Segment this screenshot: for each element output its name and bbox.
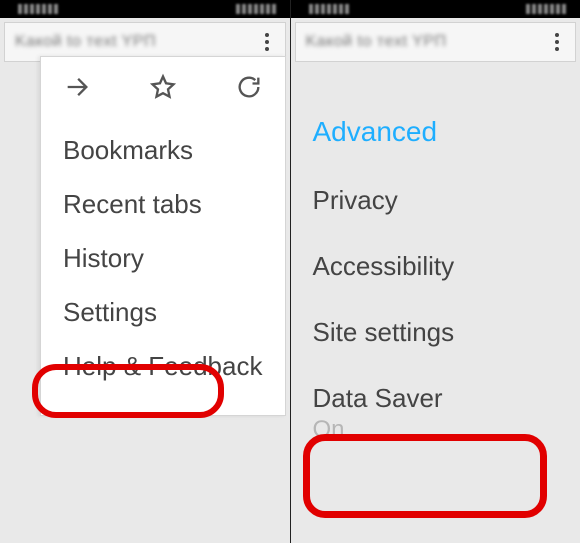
menu-icon[interactable] [545,33,569,51]
settings-section-title: Advanced [291,108,580,168]
right-screenshot: Kакой to тext YPП Advanced Privacy Acces… [290,0,580,543]
settings-item-site-settings[interactable]: Site settings [291,300,580,366]
menu-item-history[interactable]: History [61,232,269,286]
menu-item-help[interactable]: Help & Feedback [61,340,269,394]
menu-item-bookmarks[interactable]: Bookmarks [61,124,269,178]
settings-item-data-saver[interactable]: Data Saver On [291,366,580,461]
forward-icon[interactable] [63,73,91,106]
url-text[interactable]: Kакой to тext YPП [306,33,546,51]
settings-item-label: Data Saver [313,384,559,414]
left-screenshot: Kакой to тext YPП Bookmarks Recent tabs … [0,0,290,543]
star-icon[interactable] [149,73,177,106]
settings-advanced-section: Advanced Privacy Accessibility Site sett… [291,66,580,461]
menu-item-settings[interactable]: Settings [61,286,269,340]
menu-icon[interactable] [255,33,279,51]
url-text[interactable]: Kакой to тext YPП [15,33,255,51]
refresh-icon[interactable] [235,73,263,106]
settings-item-status: On [313,416,559,444]
overflow-menu: Bookmarks Recent tabs History Settings H… [40,56,286,416]
settings-item-accessibility[interactable]: Accessibility [291,234,580,300]
status-bar [291,0,580,18]
url-bar[interactable]: Kакой to тext YPП [295,22,577,62]
settings-item-privacy[interactable]: Privacy [291,168,580,234]
status-bar [0,0,290,18]
menu-item-recent-tabs[interactable]: Recent tabs [61,178,269,232]
